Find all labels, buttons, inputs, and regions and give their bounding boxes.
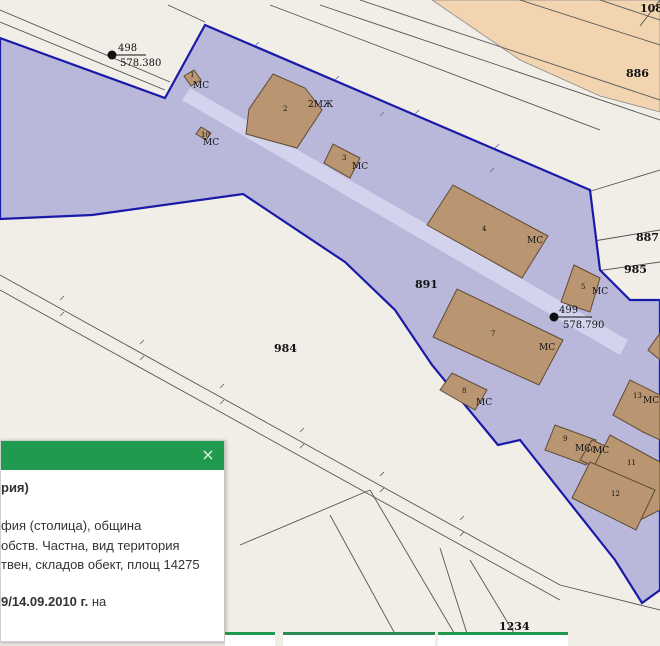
popup-title: рия) — [1, 480, 29, 495]
parcel-label-887: 887 — [636, 231, 659, 244]
building-1-number: 1 — [190, 71, 195, 79]
building-2-number: 2 — [283, 105, 288, 113]
parcel-info-popup: × рия) фия (столица), община обств. Част… — [0, 440, 226, 642]
parcel-label-891: 891 — [415, 278, 438, 291]
survey-point-498 — [107, 50, 117, 60]
popup-line-1: фия (столица), община — [1, 518, 142, 533]
building-11-number: 11 — [627, 459, 636, 467]
survey-point-499-elevation: 578.790 — [563, 320, 605, 331]
survey-point-498-elevation: 578.380 — [120, 58, 162, 69]
building-4-number: 4 — [482, 225, 487, 233]
close-icon[interactable]: × — [200, 447, 216, 463]
building-4-type: МС — [527, 236, 544, 246]
survey-point-499 — [549, 312, 559, 322]
building-3-type: МС — [352, 162, 369, 172]
building-13-type: МС — [643, 396, 660, 406]
survey-point-498-number: 498 — [118, 43, 138, 54]
building-8-number: 8 — [462, 387, 467, 395]
building-5-number: 5 — [581, 283, 586, 291]
popup-date: 9/14.09.2010 г. — [1, 594, 89, 609]
bottom-tab-1[interactable] — [225, 632, 275, 646]
building-13-number: 13 — [633, 392, 642, 400]
building-2-type: 2МЖ — [308, 100, 334, 110]
parcel-label-108: 108 — [640, 2, 660, 15]
building-10a-type: МС — [203, 138, 220, 148]
bottom-tab-2[interactable] — [283, 632, 435, 646]
popup-date-suffix: на — [88, 594, 107, 609]
parcel-label-886: 886 — [626, 67, 649, 80]
popup-line-3: твен, складов обект, площ 14275 — [1, 557, 200, 572]
parcel-label-984: 984 — [274, 342, 297, 355]
parcel-label-985: 985 — [624, 263, 647, 276]
building-12-number: 12 — [611, 490, 620, 498]
popup-date-line: 9/14.09.2010 г. на — [1, 594, 106, 609]
popup-header: × — [1, 441, 224, 470]
building-10b-type: МС — [593, 446, 610, 456]
popup-line-2: обств. Частна, вид територия — [1, 538, 180, 553]
building-9-number: 9 — [563, 435, 568, 443]
building-3-number: 3 — [342, 154, 347, 162]
bottom-tab-3[interactable] — [438, 632, 568, 646]
survey-point-499-number: 499 — [559, 305, 579, 316]
building-1-type: МС — [193, 81, 210, 91]
building-8-type: МС — [476, 398, 493, 408]
building-7-number: 7 — [491, 330, 496, 338]
building-7-type: МС — [539, 343, 556, 353]
building-5-type: МС — [592, 287, 609, 297]
